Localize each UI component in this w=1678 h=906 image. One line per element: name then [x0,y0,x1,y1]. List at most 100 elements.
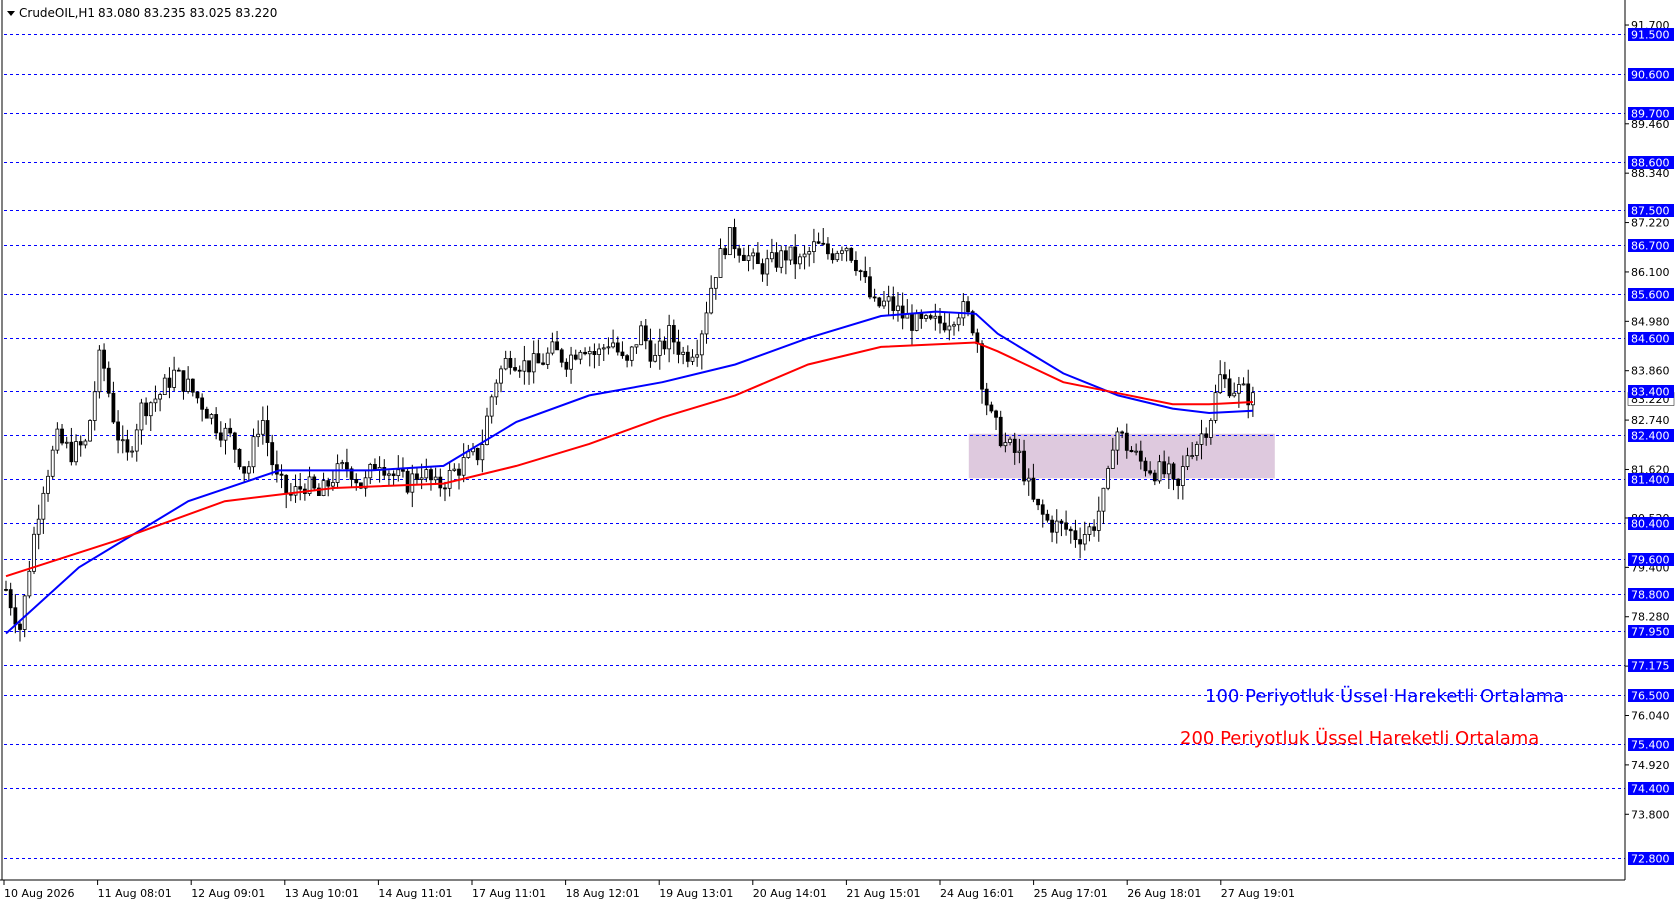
candle-body [1082,534,1087,545]
candle-body [998,416,1003,447]
time-tick-label: 10 Aug 2026 [4,887,74,900]
candle-body [564,361,569,370]
candle-body [326,480,331,487]
candle-body [760,263,765,275]
candle-body [401,469,405,472]
candle-body [102,349,106,369]
candle-body [826,243,830,255]
candle-body [443,487,447,490]
candle-body [139,402,144,431]
candle-body [788,246,793,261]
candle-body [541,362,545,365]
time-tick-label: 11 Aug 08:01 [98,887,172,900]
candle-body [429,469,433,481]
candle-body [172,369,177,388]
candle-body [676,341,681,355]
candle-body [699,333,704,356]
candle-body [279,473,284,476]
candle-body [919,313,924,319]
candle-body [1176,478,1181,486]
candle-body [844,247,849,252]
candle-body [723,248,728,256]
candle-body [793,246,798,265]
candle-body [555,341,559,351]
candle-body [461,457,466,476]
candle-body [751,252,756,257]
candle-body [251,436,256,468]
candle-body [601,347,606,350]
chart-header: CrudeOIL,H1 83.080 83.235 83.025 83.220 [7,6,277,20]
candle-body [615,342,620,353]
candle-body [816,241,821,244]
candle-body [120,439,125,442]
candle-body [433,476,438,481]
level-label: 87.500 [1631,205,1670,218]
candle-body [854,259,858,272]
candle-body [494,382,499,398]
candle-body [569,354,573,370]
time-tick-label: 14 Aug 11:01 [378,887,452,900]
candle-body [662,340,667,350]
candle-body [690,356,695,362]
level-label: 80.400 [1631,518,1670,531]
candle-body [270,442,275,466]
candle-body [863,270,868,278]
candle-body [989,404,994,412]
legend-ema100: 100 Periyotluk Üssel Hareketli Ortalama [1205,685,1564,707]
candle-body [1171,463,1176,480]
candle-body [1073,530,1078,540]
candle-body [1026,477,1031,482]
candle-body [153,398,158,404]
candle-body [489,396,494,417]
candle-body [592,350,597,355]
candle-body [321,480,326,497]
candle-body [994,410,998,418]
candle-body [144,402,149,417]
price-tick-label: 76.040 [1631,710,1670,723]
candle-body [508,358,513,368]
candle-body [424,469,429,479]
candle-body [1110,449,1115,469]
candle-body [1106,468,1111,489]
candle-body [134,429,139,452]
candle-body [741,254,746,261]
candle-body [961,301,966,319]
candle-body [653,354,658,362]
candle-body [611,342,615,348]
candle-body [1213,392,1218,421]
candle-body [204,408,209,419]
candle-body [1059,520,1064,524]
candle-body [942,322,947,331]
candle-body [1218,374,1223,394]
candle-body [648,340,653,362]
candle-body [237,448,242,468]
candle-body [713,277,718,289]
level-label: 84.600 [1631,333,1670,346]
candle-body [1045,513,1050,521]
time-tick-label: 17 Aug 11:01 [472,887,546,900]
candle-body [88,420,92,442]
level-label: 76.500 [1631,690,1670,703]
candle-body [947,325,952,331]
candle-body [209,414,214,419]
candle-body [116,421,120,441]
candle-body [176,369,181,372]
price-tick-label: 84.980 [1631,315,1670,328]
candle-body [18,623,22,630]
level-label: 86.700 [1631,240,1670,253]
candle-body [167,377,172,388]
candle-body [200,397,205,410]
candle-body [391,473,396,477]
level-label: 91.500 [1631,29,1670,42]
candle-body [704,312,709,335]
candle-body [499,368,503,384]
candle-body [373,464,377,470]
candle-body [774,252,779,268]
candle-body [345,462,349,470]
candle-body [1190,455,1195,457]
candle-body [812,241,816,252]
candle-body [447,470,452,489]
candle-body [536,353,541,364]
candle-body [1222,374,1227,380]
time-tick-label: 18 Aug 12:01 [566,887,640,900]
